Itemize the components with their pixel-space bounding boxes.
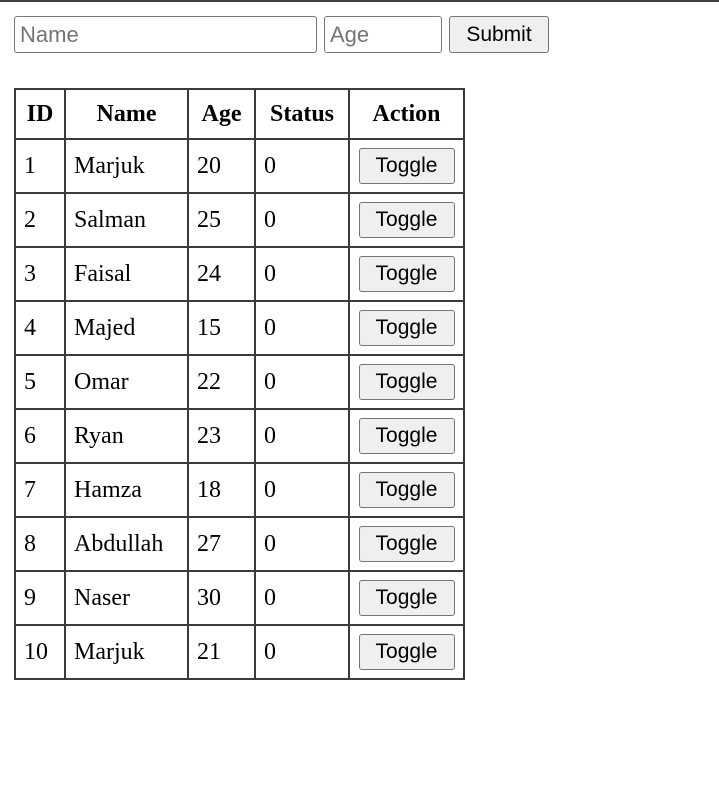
table-row: 5 Omar 22 0 Toggle	[15, 355, 464, 409]
cell-id: 8	[15, 517, 65, 571]
table-row: 6 Ryan 23 0 Toggle	[15, 409, 464, 463]
cell-status: 0	[255, 409, 349, 463]
toggle-button[interactable]: Toggle	[358, 364, 455, 400]
cell-name: Faisal	[65, 247, 188, 301]
table-row: 2 Salman 25 0 Toggle	[15, 193, 464, 247]
column-header-age: Age	[188, 89, 255, 139]
cell-status: 0	[255, 139, 349, 193]
cell-age: 15	[188, 301, 255, 355]
table-row: 1 Marjuk 20 0 Toggle	[15, 139, 464, 193]
cell-status: 0	[255, 355, 349, 409]
cell-action: Toggle	[349, 625, 464, 679]
add-person-form: Submit	[14, 16, 549, 53]
cell-id: 5	[15, 355, 65, 409]
cell-action: Toggle	[349, 301, 464, 355]
cell-action: Toggle	[349, 409, 464, 463]
cell-age: 21	[188, 625, 255, 679]
cell-id: 4	[15, 301, 65, 355]
column-header-name: Name	[65, 89, 188, 139]
column-header-status: Status	[255, 89, 349, 139]
toggle-button[interactable]: Toggle	[358, 580, 455, 616]
cell-age: 25	[188, 193, 255, 247]
cell-age: 22	[188, 355, 255, 409]
column-header-id: ID	[15, 89, 65, 139]
cell-status: 0	[255, 517, 349, 571]
toggle-button[interactable]: Toggle	[358, 148, 455, 184]
cell-name: Abdullah	[65, 517, 188, 571]
cell-name: Hamza	[65, 463, 188, 517]
cell-id: 2	[15, 193, 65, 247]
submit-button[interactable]: Submit	[449, 16, 549, 53]
cell-age: 30	[188, 571, 255, 625]
cell-age: 20	[188, 139, 255, 193]
table-row: 7 Hamza 18 0 Toggle	[15, 463, 464, 517]
cell-id: 10	[15, 625, 65, 679]
toggle-button[interactable]: Toggle	[358, 526, 455, 562]
cell-age: 24	[188, 247, 255, 301]
cell-name: Salman	[65, 193, 188, 247]
table-row: 10 Marjuk 21 0 Toggle	[15, 625, 464, 679]
cell-id: 1	[15, 139, 65, 193]
column-header-action: Action	[349, 89, 464, 139]
cell-status: 0	[255, 625, 349, 679]
cell-action: Toggle	[349, 355, 464, 409]
cell-status: 0	[255, 571, 349, 625]
cell-status: 0	[255, 193, 349, 247]
table-row: 8 Abdullah 27 0 Toggle	[15, 517, 464, 571]
toggle-button[interactable]: Toggle	[358, 472, 455, 508]
cell-action: Toggle	[349, 139, 464, 193]
cell-id: 7	[15, 463, 65, 517]
cell-status: 0	[255, 247, 349, 301]
toggle-button[interactable]: Toggle	[358, 202, 455, 238]
cell-id: 6	[15, 409, 65, 463]
table-row: 4 Majed 15 0 Toggle	[15, 301, 464, 355]
toggle-button[interactable]: Toggle	[358, 634, 455, 670]
table-row: 9 Naser 30 0 Toggle	[15, 571, 464, 625]
cell-age: 23	[188, 409, 255, 463]
cell-name: Marjuk	[65, 139, 188, 193]
cell-name: Naser	[65, 571, 188, 625]
toggle-button[interactable]: Toggle	[358, 418, 455, 454]
cell-status: 0	[255, 301, 349, 355]
cell-action: Toggle	[349, 193, 464, 247]
cell-age: 27	[188, 517, 255, 571]
cell-id: 9	[15, 571, 65, 625]
cell-status: 0	[255, 463, 349, 517]
cell-age: 18	[188, 463, 255, 517]
people-table: ID Name Age Status Action 1 Marjuk 20 0 …	[14, 88, 465, 680]
cell-name: Marjuk	[65, 625, 188, 679]
age-input[interactable]	[324, 16, 442, 53]
cell-action: Toggle	[349, 571, 464, 625]
cell-action: Toggle	[349, 247, 464, 301]
toggle-button[interactable]: Toggle	[358, 310, 455, 346]
cell-name: Majed	[65, 301, 188, 355]
cell-name: Ryan	[65, 409, 188, 463]
name-input[interactable]	[14, 16, 317, 53]
cell-action: Toggle	[349, 463, 464, 517]
table-header-row: ID Name Age Status Action	[15, 89, 464, 139]
table-row: 3 Faisal 24 0 Toggle	[15, 247, 464, 301]
cell-id: 3	[15, 247, 65, 301]
toggle-button[interactable]: Toggle	[358, 256, 455, 292]
cell-name: Omar	[65, 355, 188, 409]
cell-action: Toggle	[349, 517, 464, 571]
